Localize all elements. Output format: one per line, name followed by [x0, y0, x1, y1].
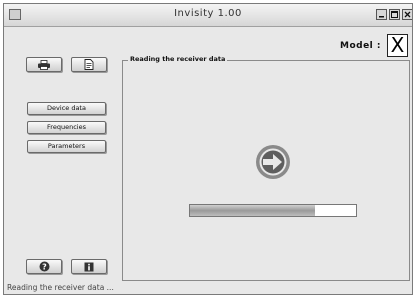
info-icon: [84, 262, 94, 271]
info-button[interactable]: [71, 259, 107, 274]
model-label: Model :: [340, 41, 382, 51]
document-button[interactable]: [71, 57, 107, 72]
help-button[interactable]: ?: [26, 259, 62, 274]
close-button[interactable]: [402, 9, 412, 20]
document-icon: [84, 59, 94, 70]
title-bar[interactable]: Invisity 1.00: [4, 4, 412, 27]
status-bar-text: Reading the receiver data ...: [7, 283, 114, 292]
transfer-arrow-icon: [256, 145, 290, 179]
maximize-button[interactable]: [389, 9, 400, 20]
model-value: X: [387, 34, 408, 57]
frequencies-button[interactable]: Frequencies: [27, 121, 106, 134]
device-data-button[interactable]: Device data: [27, 102, 106, 115]
minimize-icon: [379, 16, 384, 18]
parameters-button[interactable]: Parameters: [27, 140, 106, 153]
printer-icon: [38, 59, 50, 70]
progress-fill: [190, 205, 315, 216]
help-icon: ?: [39, 261, 49, 272]
minimize-button[interactable]: [376, 9, 387, 20]
close-icon: [404, 11, 411, 18]
maximize-icon: [391, 11, 398, 18]
progress-bar: [189, 204, 357, 217]
app-window: Invisity 1.00 Model : X Device data Freq…: [3, 3, 413, 295]
panel-title: Reading the receiver data: [128, 55, 228, 63]
reading-panel: Reading the receiver data: [122, 55, 410, 281]
svg-text:?: ?: [42, 262, 47, 271]
window-title: Invisity 1.00: [174, 8, 242, 19]
print-button[interactable]: [26, 57, 62, 72]
